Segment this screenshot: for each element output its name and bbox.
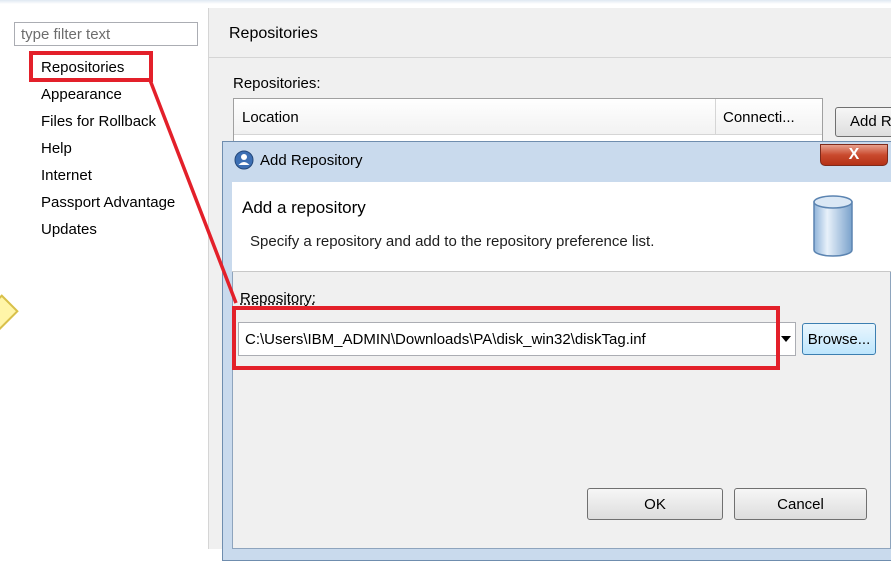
- sidebar-item-label: Files for Rollback: [41, 113, 157, 130]
- dialog-title: Add Repository: [260, 152, 363, 169]
- repositories-section-label: Repositories:: [233, 75, 321, 92]
- callout-arrow-shape: [0, 294, 19, 344]
- cancel-button[interactable]: Cancel: [734, 488, 867, 520]
- browse-button[interactable]: Browse...: [802, 323, 876, 355]
- page-title: Repositories: [229, 25, 318, 42]
- window-top-edge: [0, 0, 891, 4]
- sidebar-item-label: Help: [41, 140, 72, 157]
- preferences-tree: Repositories Appearance Files for Rollba…: [41, 56, 175, 245]
- sidebar-item-label: Updates: [41, 221, 97, 238]
- banner-title: Add a repository: [242, 198, 366, 217]
- sidebar-item-files-for-rollback[interactable]: Files for Rollback: [41, 110, 175, 137]
- dialog-banner: [232, 182, 891, 272]
- column-header-connection[interactable]: Connecti...: [723, 109, 795, 126]
- table-header: Location Connecti...: [234, 99, 822, 135]
- sidebar-item-label: Passport Advantage: [41, 194, 176, 211]
- column-separator[interactable]: [715, 99, 716, 135]
- highlight-box-repository-field: [232, 306, 780, 370]
- sidebar-item-label: Internet: [41, 167, 92, 184]
- add-repository-button[interactable]: Add R: [835, 107, 891, 137]
- ok-button[interactable]: OK: [587, 488, 723, 520]
- sidebar-item-passport-advantage[interactable]: Passport Advantage: [41, 191, 175, 218]
- filter-input[interactable]: [14, 22, 198, 46]
- column-header-location[interactable]: Location: [242, 109, 299, 126]
- banner-description: Specify a repository and add to the repo…: [250, 233, 655, 250]
- repository-field-label: Repository:: [240, 290, 316, 307]
- sidebar-item-updates[interactable]: Updates: [41, 218, 175, 245]
- sidebar-item-help[interactable]: Help: [41, 137, 175, 164]
- close-button[interactable]: X: [820, 144, 888, 166]
- sidebar-item-internet[interactable]: Internet: [41, 164, 175, 191]
- database-cylinder-icon: [813, 195, 853, 257]
- highlight-box-repositories: [29, 51, 153, 82]
- chevron-down-icon[interactable]: [781, 336, 791, 342]
- installation-manager-icon: [234, 150, 254, 170]
- sidebar-item-appearance[interactable]: Appearance: [41, 83, 175, 110]
- sidebar-item-label: Appearance: [41, 86, 122, 103]
